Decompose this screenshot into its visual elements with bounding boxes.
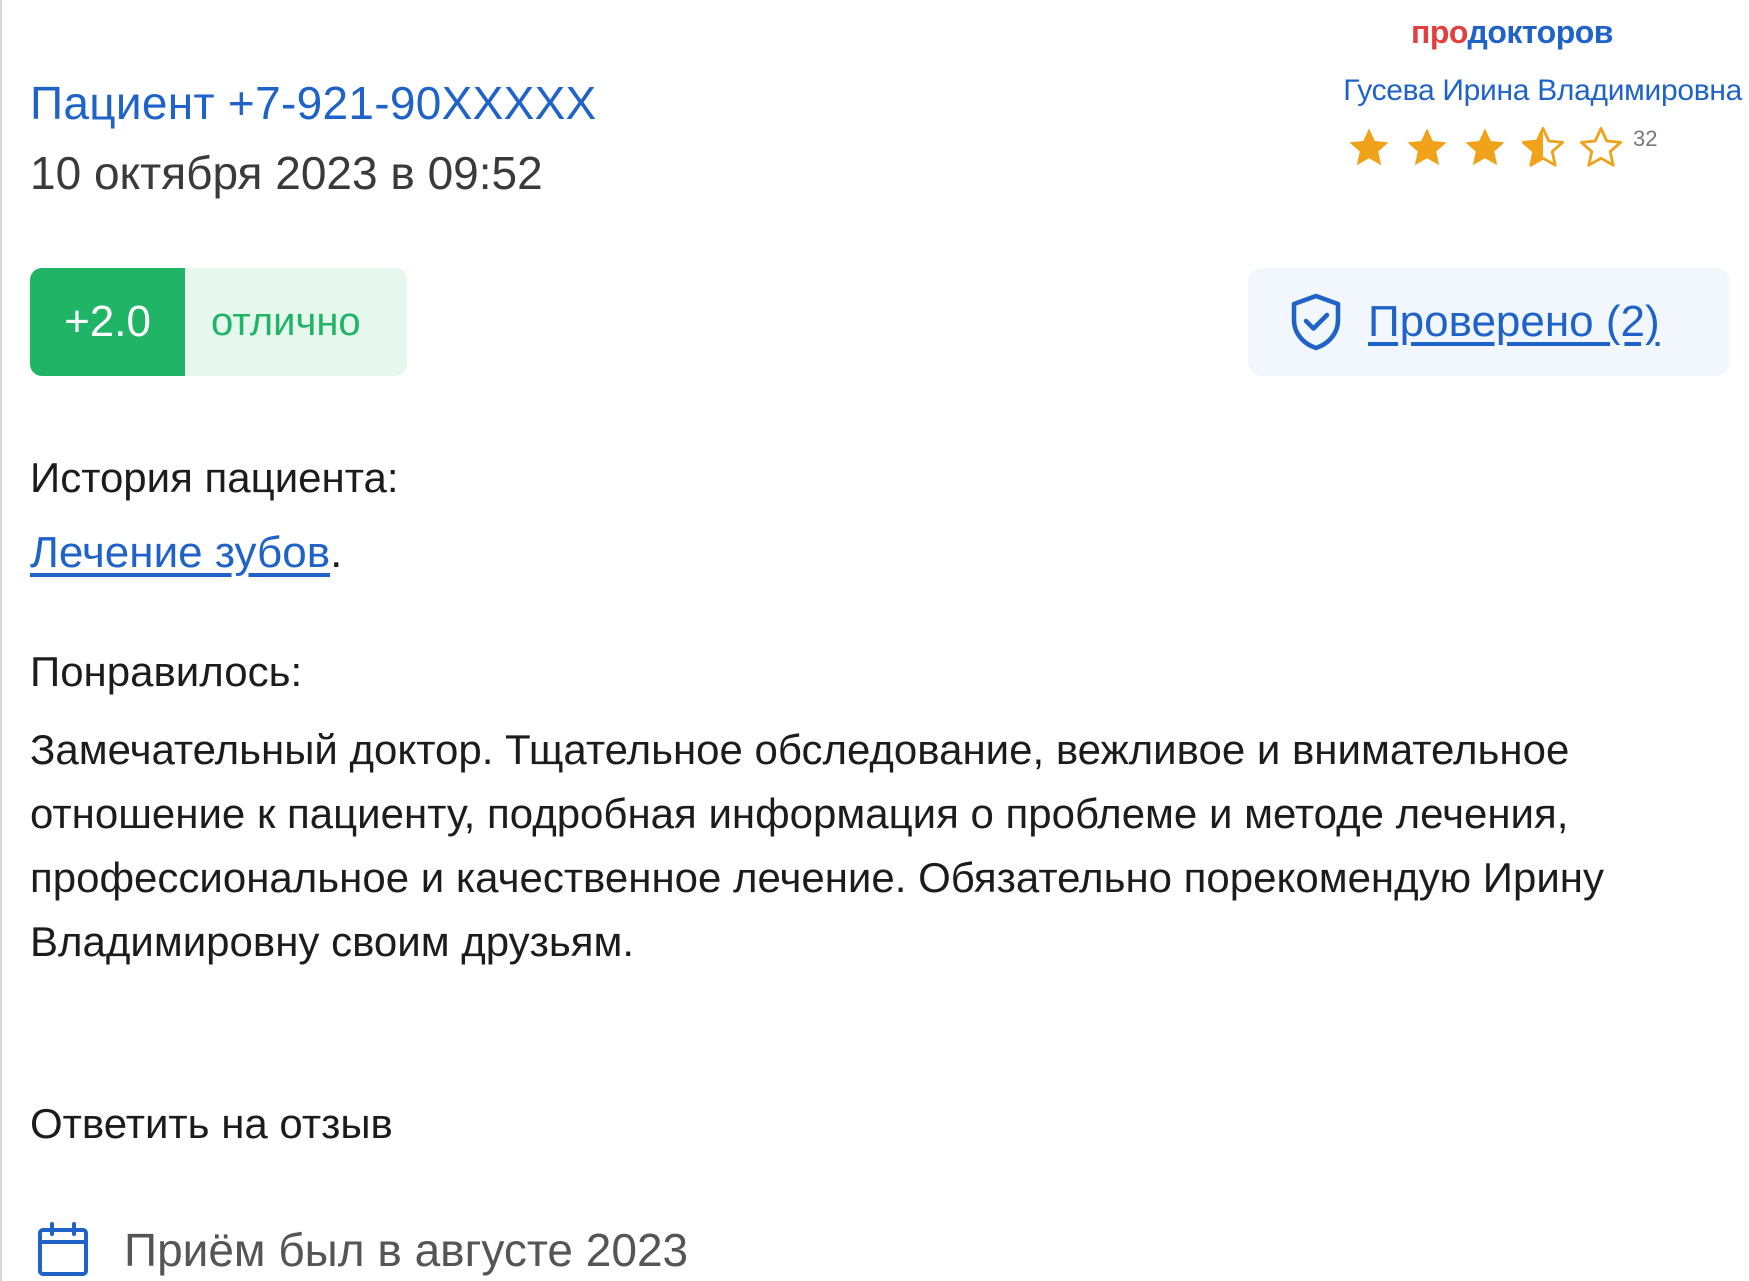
doctor-name[interactable]: Гусева Ирина Владимировна: [1242, 74, 1742, 108]
liked-title: Понравилось:: [30, 648, 303, 695]
star-icon: [1461, 124, 1509, 172]
review-date: 10 октября 2023 в 09:52: [30, 147, 543, 199]
doctor-reviews-count: 32: [1633, 126, 1658, 151]
visit-info: Приём был в августе 2023: [36, 1222, 688, 1278]
history-link[interactable]: Лечение зубов: [30, 528, 330, 577]
star-icon: [1403, 124, 1451, 172]
calendar-icon: [36, 1222, 90, 1278]
star-empty-icon: [1577, 124, 1625, 172]
doctor-rating-stars: 32: [1345, 124, 1657, 180]
visit-text: Приём был в августе 2023: [124, 1224, 689, 1276]
history-link-suffix: .: [330, 528, 343, 577]
star-half-icon: [1519, 124, 1567, 172]
star-icon: [1345, 124, 1393, 172]
review-score-badge: +2.0 отлично: [30, 268, 407, 376]
reply-button[interactable]: Ответить на отзыв: [30, 1100, 393, 1148]
history-title: История пациента:: [30, 454, 399, 501]
prodoctorov-logo[interactable]: продокторов: [1302, 14, 1722, 51]
shield-check-icon: [1284, 290, 1348, 354]
review-score-label: отлично: [211, 299, 361, 344]
verified-button[interactable]: Проверено (2): [1248, 268, 1730, 376]
review-author[interactable]: Пациент +7-921-90XXXXX: [30, 76, 597, 130]
logo-part-pro: про: [1411, 14, 1468, 50]
logo-part-doctors: докторов: [1467, 14, 1614, 50]
verified-label: Проверено (2): [1368, 297, 1660, 346]
liked-text: Замечательный доктор. Тщательное обследо…: [30, 726, 1604, 965]
review-score-value: +2.0: [30, 268, 185, 376]
history-link-row: Лечение зубов.: [30, 528, 342, 578]
review-card: продокторов Гусева Ирина Владимировна 32: [0, 0, 1749, 1281]
